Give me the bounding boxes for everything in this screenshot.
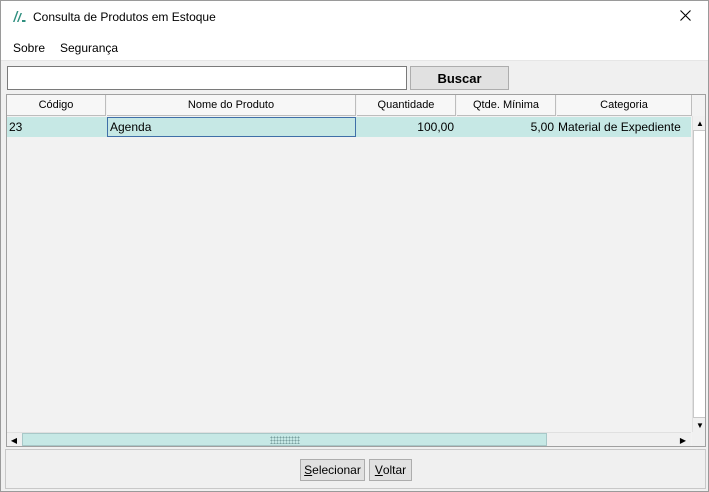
vertical-scroll-thumb[interactable] [693, 130, 705, 418]
app-logo-icon [12, 10, 26, 23]
scroll-left-icon[interactable]: ◀ [7, 433, 21, 446]
back-button-rest: oltar [382, 463, 407, 477]
table-row[interactable]: 23 Agenda 100,00 5,00 Material de Expedi… [7, 117, 691, 137]
title-bar: Consulta de Produtos em Estoque [1, 1, 708, 33]
select-button-mnemonic: S [304, 463, 313, 477]
search-input[interactable] [7, 66, 407, 90]
column-header-qtde-minima[interactable]: Qtde. Mínima [457, 95, 556, 116]
scroll-grip-icon [270, 436, 300, 444]
scrollbar-corner [692, 432, 705, 446]
action-panel: Selecionar Voltar [5, 449, 706, 489]
close-icon [679, 10, 691, 24]
cell-categoria[interactable]: Material de Expediente [557, 117, 691, 137]
vertical-scrollbar[interactable]: ▲ ▼ [692, 116, 705, 432]
search-button[interactable]: Buscar [410, 66, 509, 90]
cell-qtde-minima[interactable]: 5,00 [457, 117, 556, 137]
window-title: Consulta de Produtos em Estoque [33, 10, 216, 24]
scroll-down-icon[interactable]: ▼ [693, 418, 705, 432]
column-header-nome[interactable]: Nome do Produto [107, 95, 356, 116]
menu-item-sobre[interactable]: Sobre [13, 41, 45, 55]
grid-header: Código Nome do Produto Quantidade Qtde. … [7, 95, 705, 116]
column-header-quantidade[interactable]: Quantidade [357, 95, 456, 116]
menu-bar: Sobre Segurança [1, 33, 708, 61]
horizontal-scrollbar[interactable]: ◀ ▶ [7, 432, 691, 446]
back-button-mnemonic: V [374, 463, 383, 477]
select-button[interactable]: Selecionar [300, 459, 365, 481]
column-header-categoria[interactable]: Categoria [557, 95, 692, 116]
cell-nome[interactable]: Agenda [107, 117, 356, 137]
select-button-rest: elecionar [312, 463, 361, 477]
main-window: Consulta de Produtos em Estoque Sobre Se… [0, 0, 709, 492]
products-grid[interactable]: Código Nome do Produto Quantidade Qtde. … [6, 94, 706, 447]
scroll-right-icon[interactable]: ▶ [676, 433, 690, 446]
scroll-up-icon[interactable]: ▲ [693, 116, 705, 130]
close-button[interactable] [662, 1, 708, 33]
horizontal-scroll-thumb[interactable] [22, 433, 547, 446]
cell-codigo[interactable]: 23 [7, 117, 106, 137]
cell-quantidade[interactable]: 100,00 [357, 117, 456, 137]
back-button[interactable]: Voltar [369, 459, 412, 481]
column-header-codigo[interactable]: Código [7, 95, 106, 116]
menu-item-seguranca[interactable]: Segurança [60, 41, 118, 55]
